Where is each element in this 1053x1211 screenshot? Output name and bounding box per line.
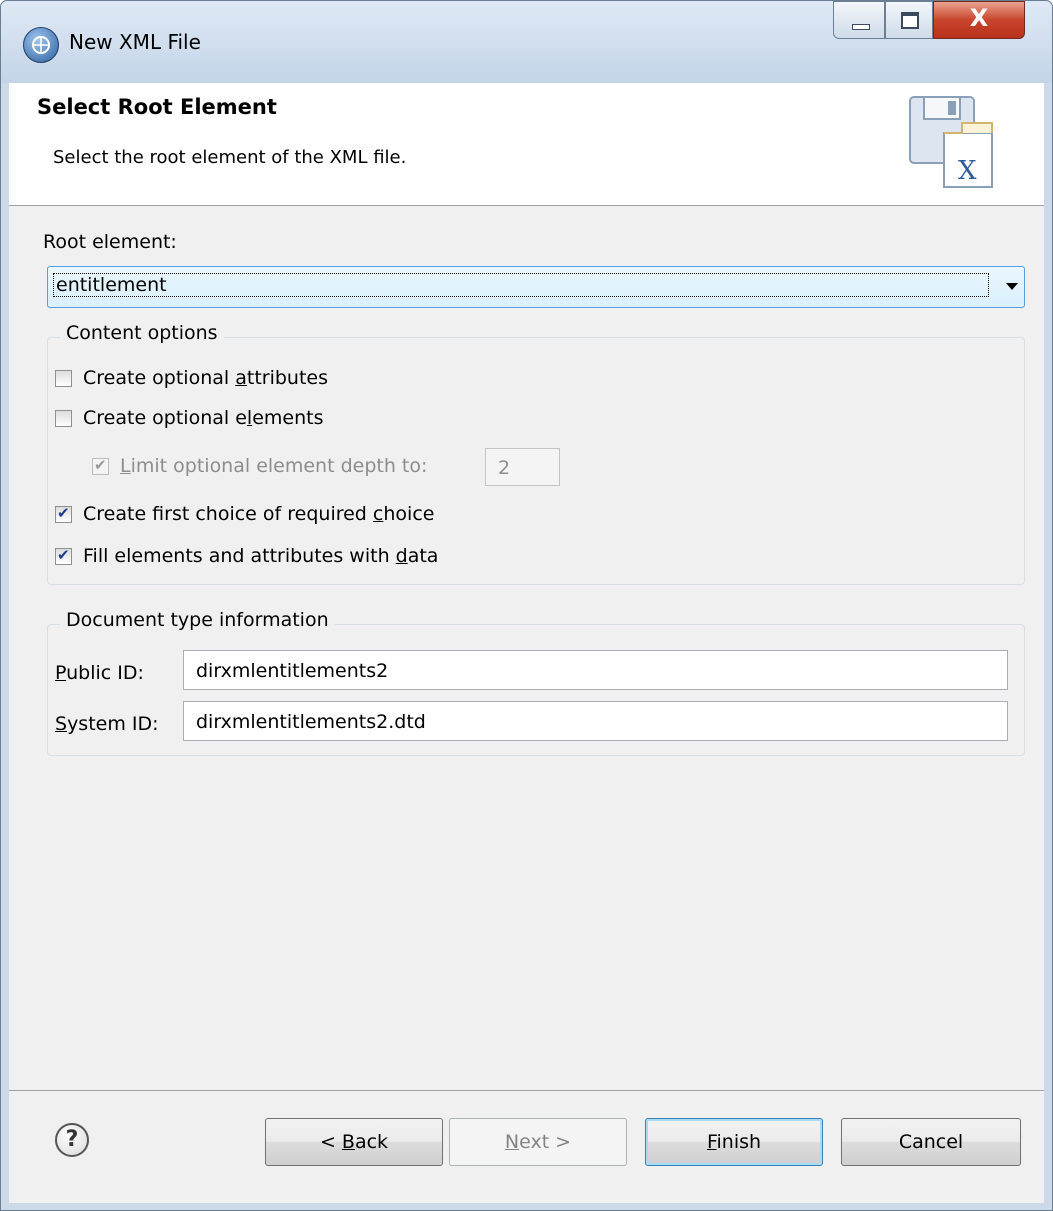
root-element-combo[interactable]: entitlement bbox=[47, 266, 1025, 308]
public-id-label: Public ID: bbox=[55, 662, 144, 684]
footer-separator bbox=[9, 1090, 1044, 1091]
checkbox-label: Limit optional element depth to: bbox=[120, 455, 428, 477]
system-id-label: System ID: bbox=[55, 713, 159, 735]
maximize-icon bbox=[901, 12, 919, 29]
checkbox-label: Create first choice of required choice bbox=[83, 503, 435, 525]
app-icon bbox=[23, 27, 59, 63]
svg-text:X: X bbox=[958, 156, 977, 186]
finish-button[interactable]: Finish bbox=[645, 1118, 823, 1166]
document-type-legend: Document type information bbox=[60, 609, 335, 631]
maximize-button[interactable] bbox=[885, 1, 933, 39]
public-id-field[interactable]: dirxmlentitlements2 bbox=[183, 650, 1008, 690]
next-button[interactable]: Next > bbox=[449, 1118, 627, 1166]
checkbox-box bbox=[92, 456, 109, 475]
xml-wizard-icon: X bbox=[904, 93, 1004, 198]
checkbox-label: Create optional elements bbox=[83, 407, 324, 429]
page-description: Select the root element of the XML file. bbox=[53, 147, 407, 168]
cancel-button[interactable]: Cancel bbox=[841, 1118, 1021, 1166]
title-bar[interactable]: New XML File X bbox=[1, 1, 1052, 83]
depth-value: 2 bbox=[498, 457, 511, 479]
root-element-label: Root element: bbox=[43, 231, 177, 253]
system-id-field[interactable]: dirxmlentitlements2.dtd bbox=[183, 701, 1008, 741]
wizard-header: Select Root Element Select the root elem… bbox=[9, 83, 1044, 206]
minimize-button[interactable] bbox=[833, 1, 885, 39]
root-element-value: entitlement bbox=[53, 273, 989, 297]
close-icon: X bbox=[969, 4, 989, 32]
system-id-value: dirxmlentitlements2.dtd bbox=[196, 711, 426, 733]
checkbox-label: Create optional attributes bbox=[83, 367, 329, 389]
public-id-value: dirxmlentitlements2 bbox=[196, 660, 389, 682]
checkbox-box bbox=[55, 410, 72, 427]
help-icon: ? bbox=[65, 1127, 79, 1152]
checkbox-label: Fill elements and attributes with data bbox=[83, 545, 439, 567]
window-title: New XML File bbox=[69, 30, 201, 54]
page-title: Select Root Element bbox=[37, 95, 277, 119]
back-button[interactable]: < Back bbox=[265, 1118, 443, 1166]
close-button[interactable]: X bbox=[933, 1, 1025, 39]
checkbox-box bbox=[55, 370, 72, 387]
depth-input[interactable]: 2 bbox=[485, 448, 560, 486]
checkbox-box bbox=[55, 504, 72, 523]
checkbox-box bbox=[55, 546, 72, 565]
dropdown-arrow-icon bbox=[1006, 283, 1018, 290]
new-xml-file-dialog: New XML File X Select Root Element Selec… bbox=[0, 0, 1053, 1211]
minimize-icon bbox=[852, 24, 870, 30]
help-button[interactable]: ? bbox=[55, 1123, 89, 1157]
dialog-body: Select Root Element Select the root elem… bbox=[9, 83, 1044, 1203]
content-options-legend: Content options bbox=[60, 322, 224, 344]
